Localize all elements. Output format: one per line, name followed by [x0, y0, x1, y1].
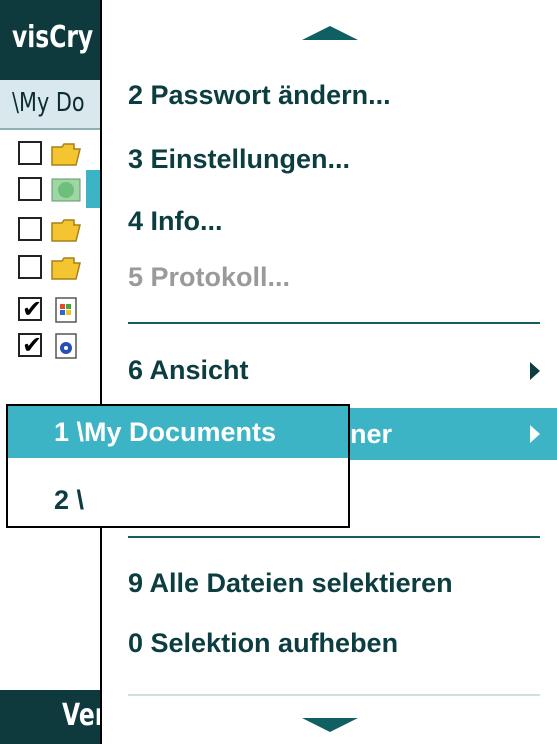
menu-item-label: 3 Einstellungen...: [128, 144, 351, 174]
menu-separator: [128, 536, 540, 538]
menu-item-label: 9 Alle Dateien selektieren: [128, 568, 453, 598]
menu-item-label: 4 Info...: [128, 206, 223, 236]
file-row[interactable]: [18, 138, 108, 172]
menu-item-label: 5 Protokoll...: [128, 262, 291, 292]
folder-submenu: 1 \My Documents 2 \: [6, 404, 350, 528]
current-path: \My Do: [12, 88, 85, 118]
menu-separator: [128, 322, 540, 324]
submenu-item-label: 1 \My Documents: [54, 417, 277, 447]
file-checkbox[interactable]: ✔: [18, 331, 43, 359]
media-file-icon: [50, 333, 82, 359]
submenu-arrow-icon: [530, 425, 540, 443]
check-mark-icon: ✔: [22, 295, 43, 323]
menu-item-change-password[interactable]: 2 Passwort ändern...: [128, 70, 391, 120]
file-checkbox[interactable]: [18, 177, 42, 201]
submenu-item-my-documents[interactable]: 1 \My Documents: [8, 406, 348, 458]
selected-file-highlight: [86, 170, 100, 208]
file-row[interactable]: ✔: [18, 294, 108, 328]
file-row[interactable]: [18, 252, 108, 286]
menu-item-label: ner: [350, 419, 393, 449]
submenu-item-root[interactable]: 2 \: [8, 474, 348, 526]
submenu-arrow-icon: [530, 362, 540, 380]
check-mark-icon: ✔: [22, 331, 43, 359]
menu-separator: [128, 694, 540, 696]
app-title: visCry: [12, 20, 94, 55]
menu-item-label: 6 Ansicht: [128, 355, 249, 385]
folder-icon: [50, 141, 82, 167]
popup-menu: 2 Passwort ändern... 3 Einstellungen... …: [100, 0, 557, 744]
submenu-item-label: 2 \: [54, 485, 85, 515]
file-row[interactable]: [18, 214, 108, 248]
file-checkbox[interactable]: [18, 255, 42, 279]
menu-item-info[interactable]: 4 Info...: [128, 196, 223, 246]
file-checkbox[interactable]: [18, 141, 42, 165]
file-checkbox[interactable]: ✔: [18, 295, 43, 323]
network-folder-icon: [50, 177, 82, 203]
menu-item-clear-selection[interactable]: 0 Selektion aufheben: [128, 618, 398, 668]
menu-item-view[interactable]: 6 Ansicht: [128, 345, 548, 395]
file-checkbox[interactable]: [18, 217, 42, 241]
document-icon: [50, 297, 82, 323]
menu-item-select-all[interactable]: 9 Alle Dateien selektieren: [128, 558, 453, 608]
menu-item-label: 2 Passwort ändern...: [128, 80, 391, 110]
menu-item-log: 5 Protokoll...: [128, 252, 290, 302]
folder-icon: [50, 255, 82, 281]
folder-icon: [50, 217, 82, 243]
scroll-down-arrow-icon[interactable]: [302, 718, 358, 732]
menu-item-label: 0 Selektion aufheben: [128, 628, 399, 658]
file-row[interactable]: ✔: [18, 330, 108, 364]
scroll-up-arrow-icon[interactable]: [302, 26, 358, 40]
menu-item-settings[interactable]: 3 Einstellungen...: [128, 134, 350, 184]
